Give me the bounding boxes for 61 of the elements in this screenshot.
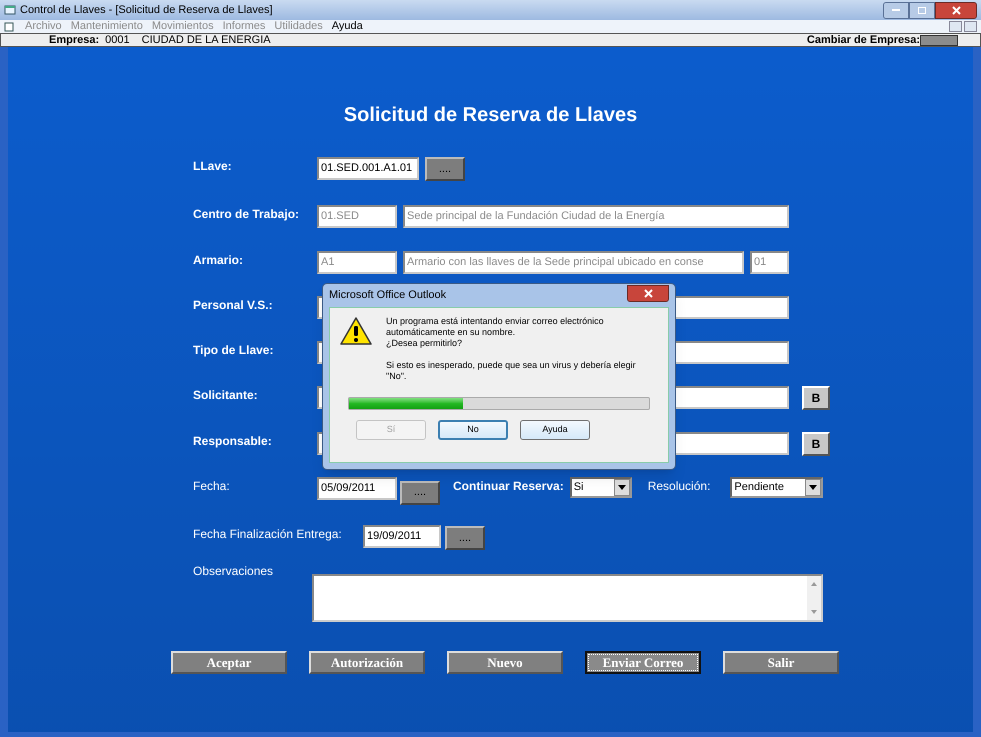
text-field[interactable]: 01.SED	[317, 205, 397, 228]
action-button[interactable]: Enviar Correo	[585, 651, 701, 674]
text-field[interactable]: 01	[750, 251, 789, 274]
close-icon	[952, 6, 960, 14]
window-title: Control de Llaves - [Solicitud de Reserva de Llaves]	[20, 2, 273, 18]
warning-icon	[340, 316, 372, 346]
dialog-message: Un programa está intentando enviar correo electrónico automáticamente en su nombre.	[386, 316, 605, 338]
change-company-field[interactable]	[920, 34, 958, 46]
text-field[interactable]: 05/09/2011	[317, 477, 397, 500]
field-label: Observaciones	[193, 563, 274, 580]
field-label: Resolución:	[648, 478, 710, 495]
form-title: Solicitud de Reserva de Llaves	[344, 103, 638, 128]
dropdown[interactable]: Pendiente	[730, 477, 824, 498]
field-label: Armario:	[193, 252, 244, 269]
document-icon	[4, 22, 16, 32]
action-button[interactable]: Aceptar	[171, 651, 287, 674]
company-code: 0001	[105, 34, 130, 46]
close-button[interactable]	[627, 285, 669, 302]
observations-field[interactable]	[312, 574, 823, 622]
company-label: Empresa:	[49, 34, 100, 46]
browse-button[interactable]: ....	[445, 526, 485, 550]
dialog-warning: Si esto es inesperado, puede que sea un virus y debería elegir "No".	[386, 360, 637, 382]
dropdown[interactable]: Si	[570, 477, 632, 498]
dialog-question: ¿Desea permitirlo?	[386, 338, 464, 349]
dialog-button[interactable]: No	[438, 420, 508, 440]
dialog-button[interactable]: Ayuda	[520, 420, 590, 440]
text-field[interactable]: 01.SED.001.A1.01	[317, 157, 419, 180]
text-field[interactable]: A1	[317, 251, 397, 274]
change-company-label: Cambiar de Empresa:	[806, 34, 920, 46]
app-icon	[4, 4, 16, 16]
browse-button[interactable]: ....	[425, 157, 465, 181]
field-label: Fecha Finalización Entrega:	[193, 526, 343, 542]
scroll-up-icon[interactable]	[811, 582, 817, 586]
action-button[interactable]: Salir	[723, 651, 839, 674]
field-label: Solicitante:	[193, 387, 259, 404]
restore-icon[interactable]	[964, 21, 977, 32]
field-label: LLave:	[193, 158, 233, 175]
action-button[interactable]: Nuevo	[447, 651, 563, 674]
field-label: Centro de Trabajo:	[193, 206, 300, 223]
scrollbar[interactable]	[807, 576, 821, 620]
close-icon	[644, 289, 652, 298]
text-field[interactable]: Armario con las llaves de la Sede principal ubicado en conse	[403, 251, 744, 274]
scroll-down-icon[interactable]	[811, 610, 817, 614]
field-label: Continuar Reserva:	[453, 478, 564, 495]
minimize-button[interactable]	[883, 2, 909, 18]
search-button[interactable]: B	[802, 432, 830, 456]
field-label: Tipo de Llave:	[193, 342, 274, 359]
search-button[interactable]: B	[802, 386, 830, 410]
minimize-icon[interactable]	[949, 21, 962, 32]
field-label: Responsable:	[193, 433, 273, 450]
text-field[interactable]: Sede principal de la Fundación Ciudad de la Energía	[403, 205, 789, 228]
field-label: Personal V.S.:	[193, 297, 274, 314]
field-label: Fecha:	[193, 478, 231, 495]
browse-button[interactable]: ....	[400, 480, 440, 504]
maximize-button[interactable]	[909, 2, 935, 18]
company-name: CIUDAD DE LA ENERGIA	[142, 34, 271, 46]
dialog-title: Microsoft Office Outlook	[329, 288, 446, 304]
text-field[interactable]: 19/09/2011	[363, 524, 441, 548]
menu-item[interactable]: Ayuda	[332, 21, 363, 32]
action-button[interactable]: Autorización	[309, 651, 425, 674]
close-button[interactable]	[935, 2, 977, 18]
